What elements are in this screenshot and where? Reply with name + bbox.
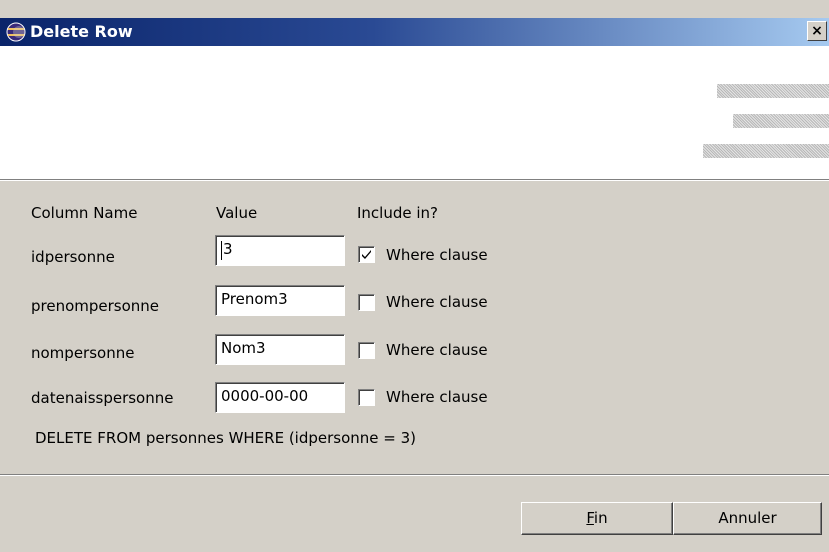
sql-preview: DELETE FROM personnes WHERE (idpersonne …	[35, 429, 417, 447]
title-bar: Delete Row ×	[0, 18, 829, 46]
row-label-nompersonne: nompersonne	[31, 344, 135, 362]
banner-decoration	[703, 144, 829, 158]
value-text: 0000-00-00	[221, 387, 309, 405]
column-name-header: Column Name	[31, 204, 138, 222]
where-clause-label: Where clause	[386, 293, 488, 311]
finish-mnemonic: F	[586, 509, 594, 527]
separator	[0, 180, 829, 181]
checkmark-icon	[362, 250, 371, 259]
cancel-label: Annuler	[718, 509, 777, 527]
value-field-datenaisspersonne[interactable]: 0000-00-00	[215, 382, 345, 413]
dialog-banner	[0, 46, 829, 179]
where-clause-label: Where clause	[386, 246, 488, 264]
where-clause-checkbox-datenaisspersonne[interactable]	[358, 389, 375, 406]
value-field-nompersonne[interactable]: Nom3	[215, 334, 345, 365]
value-text: Prenom3	[221, 290, 288, 308]
where-clause-checkbox-nompersonne[interactable]	[358, 342, 375, 359]
text-caret	[221, 241, 222, 260]
separator	[0, 475, 829, 476]
close-button[interactable]: ×	[807, 21, 827, 41]
value-text: Nom3	[221, 339, 266, 357]
finish-label: in	[593, 509, 608, 527]
where-clause-label: Where clause	[386, 388, 488, 406]
where-clause-checkbox-idpersonne[interactable]	[358, 246, 375, 263]
banner-decoration	[717, 84, 829, 98]
value-field-idpersonne[interactable]: 3	[215, 235, 345, 266]
value-field-prenompersonne[interactable]: Prenom3	[215, 285, 345, 316]
where-clause-label: Where clause	[386, 341, 488, 359]
row-label-idpersonne: idpersonne	[31, 248, 115, 266]
include-in-header: Include in?	[357, 204, 439, 222]
close-icon: ×	[811, 23, 823, 39]
eclipse-icon	[6, 22, 26, 42]
cancel-button[interactable]: Annuler	[673, 502, 822, 535]
where-clause-checkbox-prenompersonne[interactable]	[358, 294, 375, 311]
value-text: 3	[223, 240, 233, 258]
window-title: Delete Row	[30, 22, 133, 41]
row-label-datenaisspersonne: datenaisspersonne	[31, 389, 174, 407]
value-header: Value	[216, 204, 258, 222]
row-label-prenompersonne: prenompersonne	[31, 297, 160, 315]
finish-button[interactable]: Fin	[521, 502, 673, 535]
banner-decoration	[733, 114, 829, 128]
